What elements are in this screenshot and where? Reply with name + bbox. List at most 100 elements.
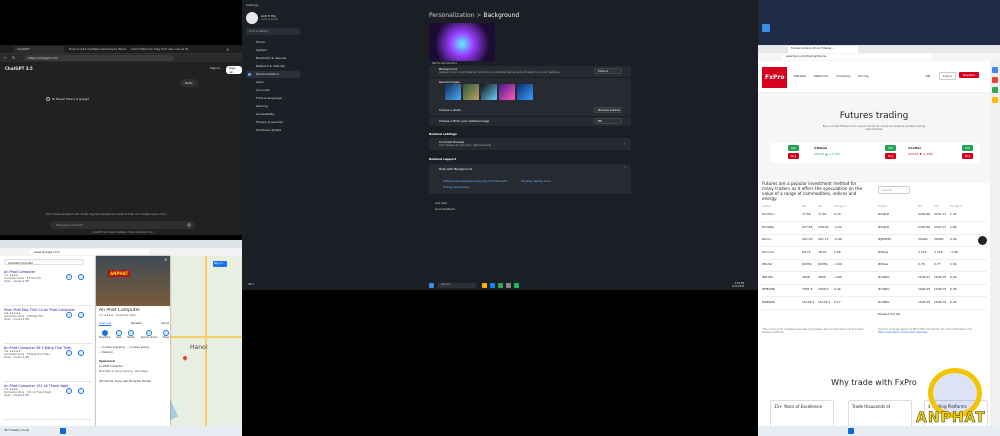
nav-network[interactable]: Network & internet (246, 63, 300, 70)
signup-button[interactable]: Sign up (226, 66, 242, 74)
chevron-up-icon[interactable]: ˄ (624, 166, 626, 171)
nav-home[interactable]: Home (246, 39, 300, 46)
table-row[interactable]: #ZERDE 15125.9 15133.3 0.17 #USBon 1095.25 109… (762, 300, 987, 310)
recent-image[interactable] (481, 84, 497, 100)
fit-dropdown[interactable]: Fill (594, 118, 622, 124)
list-item[interactable]: An Phát Computer Số 5 Đặng Thái Thân 4.9… (4, 346, 92, 382)
website-icon[interactable] (66, 312, 72, 318)
refresh-icon[interactable]: ↻ (12, 55, 15, 60)
website-icon[interactable] (66, 350, 72, 356)
list-item[interactable]: Phan Phối Máy Tính Cũ An Phát Computer 4… (4, 308, 92, 344)
recent-image[interactable] (463, 84, 479, 100)
help-heading[interactable]: Help with Background (439, 167, 472, 171)
map-pin-icon[interactable] (182, 355, 188, 361)
directions-button[interactable]: Directions (99, 330, 110, 339)
browser-tab[interactable]: How to add multiple windows to Windows 1… (66, 46, 126, 53)
message-input[interactable]: Message ChatGPT (50, 221, 195, 229)
browse-photos-button[interactable]: Browse photos (594, 107, 622, 113)
start-icon[interactable] (848, 428, 854, 434)
list-item[interactable]: An Phat Computer 4.1 ★★★★ Computer store… (4, 270, 92, 306)
accessibility-icon[interactable] (978, 236, 987, 245)
file-explorer-icon[interactable] (482, 283, 487, 288)
table-row[interactable]: #Corn 391.00 391.75 -0.96 #JPN225 39440 39465 0… (762, 237, 987, 247)
nav-gaming[interactable]: Gaming (246, 103, 300, 110)
directions-icon[interactable] (78, 312, 84, 318)
search-input[interactable]: Find a setting (246, 28, 300, 35)
start-icon[interactable] (429, 283, 434, 288)
close-icon[interactable]: ✕ (226, 47, 229, 52)
nav-system[interactable]: System (246, 47, 300, 54)
recent-image[interactable] (499, 84, 515, 100)
save-button[interactable]: Save (115, 330, 122, 339)
login-button[interactable]: Log in (939, 72, 957, 80)
address-bar[interactable]: www.google.com (30, 249, 150, 255)
sidebar-icon[interactable] (992, 87, 998, 93)
place-photo[interactable]: ANPHAT (96, 256, 170, 306)
send-to-phone-button[interactable]: Send to phone (141, 330, 157, 339)
browser-tab[interactable]: ChatGPT (14, 46, 64, 53)
search-input[interactable]: anphatcomputer (4, 259, 84, 265)
buy-button[interactable]: Buy (885, 153, 897, 159)
app-icon[interactable] (514, 283, 519, 288)
browser-tab[interactable]: Cách thêm hai máy tính vào cửa sổ Win (128, 46, 188, 53)
nav-personalization[interactable]: Personalization (246, 71, 300, 78)
tab-about[interactable]: About (161, 322, 169, 326)
directions-icon[interactable] (78, 388, 84, 394)
table-row[interactable]: #Cocoa 84.75 78.20 1.56 #NGas 2.713 2.719 -1.46 (762, 250, 987, 260)
get-help-link[interactable]: Get help (435, 201, 447, 205)
breadcrumb-parent[interactable]: Personalization (429, 12, 475, 19)
chrome-icon[interactable] (498, 283, 503, 288)
signin-button[interactable]: Sign in (213, 261, 227, 267)
website-icon[interactable] (66, 274, 72, 280)
directions-icon[interactable] (78, 350, 84, 356)
sidebar-icon[interactable] (992, 77, 998, 83)
table-row[interactable]: #Coffee 227.55 228.00 -1.32 #GOLD 2303.82 2303… (762, 225, 987, 235)
recent-image[interactable] (517, 84, 533, 100)
nearby-button[interactable]: Nearby (127, 330, 135, 339)
help-link[interactable]: Finding new themes (443, 186, 469, 189)
menu-company[interactable]: Company (836, 74, 850, 78)
sidebar-icon[interactable] (992, 97, 998, 103)
expand-list-link[interactable]: Expand full list (878, 312, 900, 316)
browser-tab[interactable]: Futures trading: All our Futures ... (788, 46, 858, 53)
nav-privacy[interactable]: Privacy & security (246, 119, 300, 126)
close-icon[interactable]: ✕ (164, 257, 167, 262)
help-link[interactable]: Showing desktop icons (521, 180, 551, 183)
tab-overview[interactable]: Overview (99, 322, 112, 326)
website-icon[interactable] (66, 388, 72, 394)
learn-more-link[interactable]: Learn more (151, 213, 166, 216)
fxpro-logo[interactable]: FxPro (762, 67, 788, 88)
login-button[interactable]: Sign in (210, 66, 220, 70)
send-icon[interactable] (187, 223, 191, 227)
nav-time-language[interactable]: Time & language (246, 95, 300, 102)
buy-button[interactable]: Buy (788, 153, 800, 159)
help-link[interactable]: Getting new wallpapers every day from Mi… (443, 180, 507, 183)
nav-windows-update[interactable]: Windows Update (246, 127, 300, 134)
weather-widget[interactable]: 30°C (248, 283, 254, 286)
back-icon[interactable]: ← (4, 55, 7, 60)
leverage-link[interactable]: https://www.fxpro.com/dynamic-leverage (878, 331, 927, 334)
feedback-link[interactable]: Give feedback (435, 207, 455, 211)
nav-accounts[interactable]: Accounts (246, 87, 300, 94)
share-button[interactable]: Share (163, 330, 169, 339)
weather-widget[interactable]: 30°C Mostly cloudy (4, 429, 29, 432)
table-row[interactable]: #FBUND 7581.5 7609.3 0.42 #USBon 1099.25 1096.… (762, 287, 987, 297)
nav-apps[interactable]: Apps (246, 79, 300, 86)
menu-platforms[interactable]: Platforms (814, 74, 828, 78)
sell-button[interactable]: Sell (962, 145, 974, 151)
directions-icon[interactable] (78, 274, 84, 280)
address-bar[interactable]: www.fxpro.com/trading/futures (782, 54, 932, 60)
language-selector[interactable]: EN (926, 74, 930, 78)
bg-type-dropdown[interactable]: Picture (594, 68, 622, 74)
list-item[interactable]: An Phat Computer 151 Lê Thanh Nghị 4.5 ★… (4, 384, 92, 420)
address-bar[interactable]: https://chatgpt.com (24, 55, 174, 61)
recent-image[interactable] (445, 84, 461, 100)
sell-button[interactable]: Sell (788, 145, 800, 151)
edge-icon[interactable] (490, 283, 495, 288)
tab-reviews[interactable]: Reviews (131, 322, 142, 326)
contrast-themes-card[interactable]: Contrast themes Color themes for low vis… (429, 138, 631, 150)
nav-bluetooth[interactable]: Bluetooth & devices (246, 55, 300, 62)
taskbar-search[interactable]: Search (437, 283, 477, 288)
table-row[interactable]: #EURX 4838 4839 -1.60 #USBon 1099.11 1096.75 0.… (762, 275, 987, 285)
register-button[interactable]: Register (959, 72, 980, 78)
